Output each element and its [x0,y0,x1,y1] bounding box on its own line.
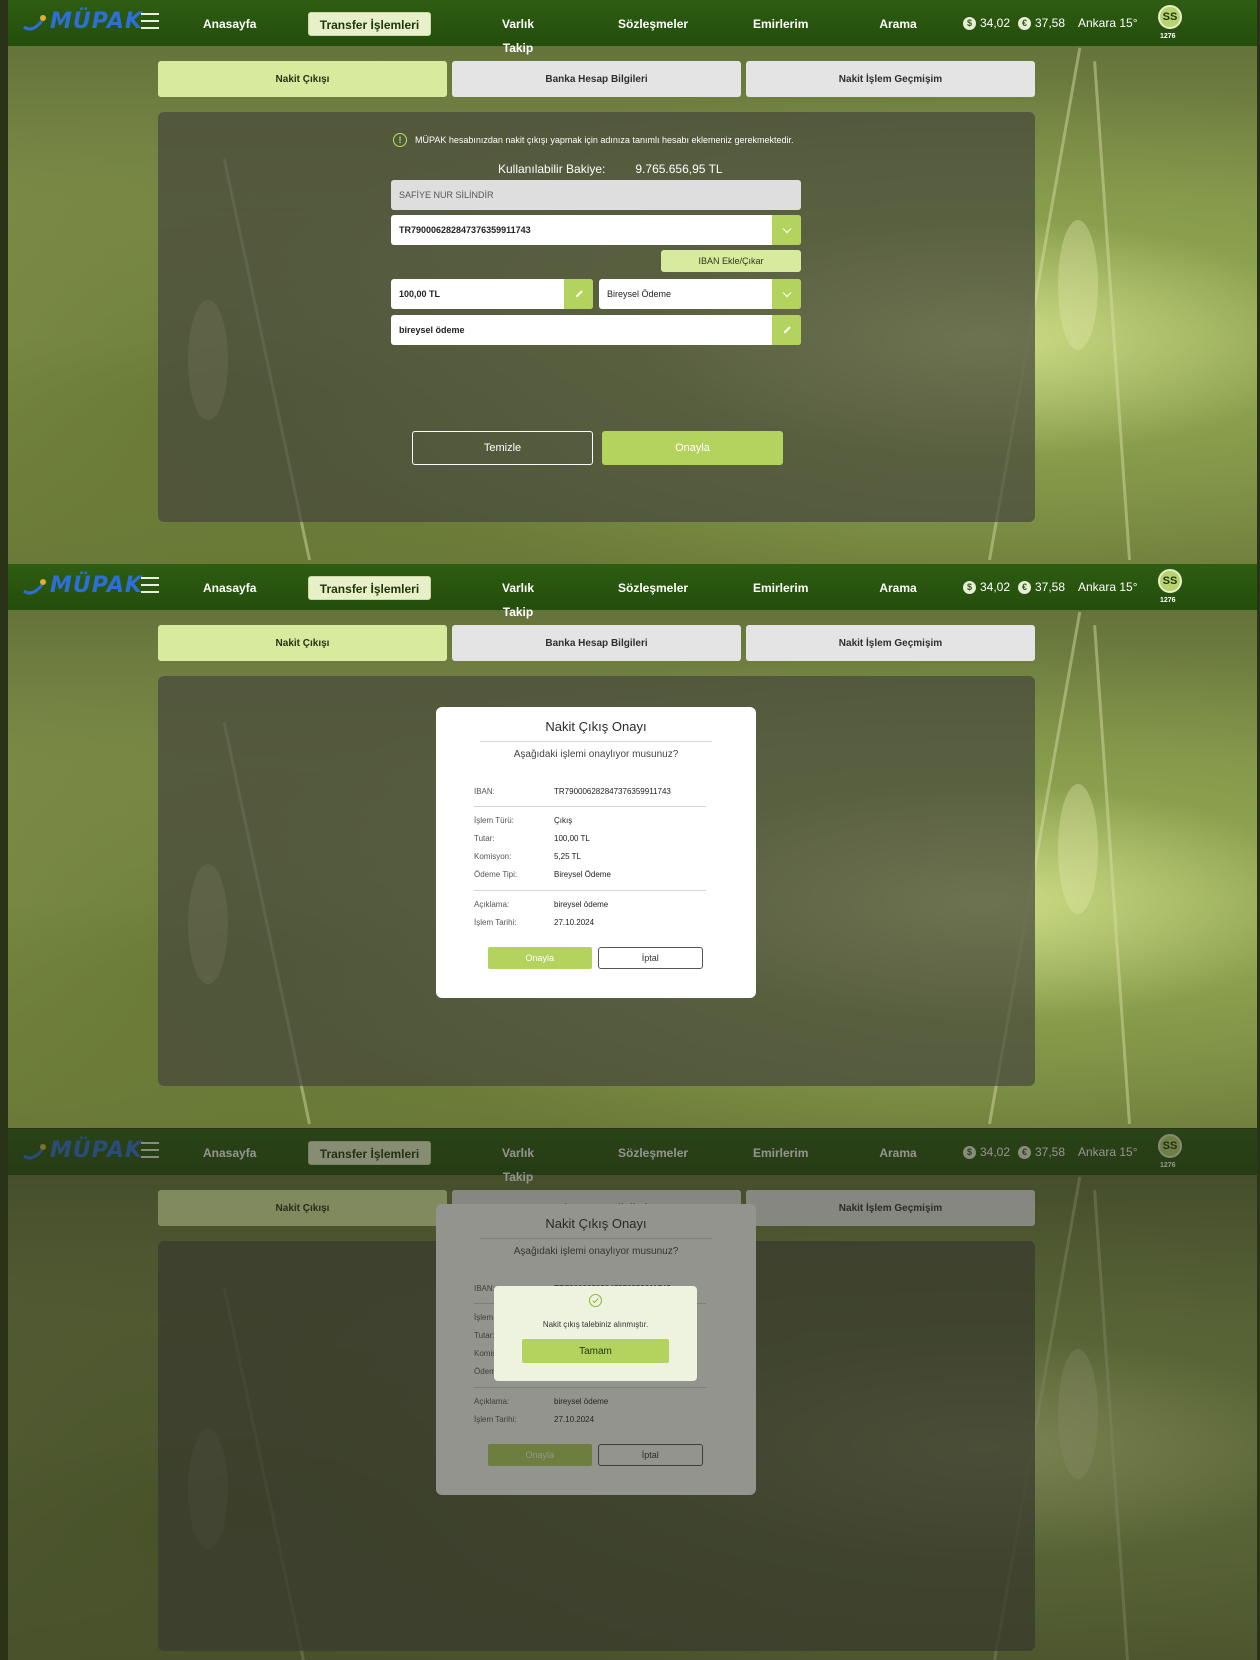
nav-sozlesmeler[interactable]: Sözleşmeler [618,576,688,600]
nav-arama[interactable]: Arama [878,576,918,600]
form-panel: ! MÜPAK hesabınızdan nakit çıkışı yapmak… [158,112,1035,522]
nav-varlik-takip[interactable]: Varlık Takip [488,12,548,55]
euro-icon: € [1018,580,1031,594]
chevron-down-icon[interactable] [772,279,801,309]
payment-type-select[interactable]: Bireysel Ödeme [599,279,801,309]
nav-emirlerim[interactable]: Emirlerim [753,576,808,600]
modal-actions: Onayla İptal [488,947,703,969]
screen-confirm: MÜPAK Anasayfa Transfer İşlemleri Varlık… [8,564,1257,1128]
row-payment: Ödeme Tipi:Bireysel Ödeme [474,870,611,879]
top-navbar: MÜPAK Anasayfa Transfer İşlemleri Varlık… [8,0,1257,55]
row-iban: IBAN:TR790006282847376359911743 [474,787,671,796]
avatar[interactable]: SS [1158,5,1182,29]
edit-icon[interactable] [564,279,593,309]
check-icon [589,1294,602,1307]
tab-islem-gecmisi[interactable]: Nakit İşlem Geçmişim [746,625,1035,661]
ok-button[interactable]: Tamam [522,1339,669,1363]
modal-confirm-button[interactable]: Onayla [488,947,592,969]
dollar-icon: $ [963,16,976,30]
logo-icon [22,11,48,33]
nav-emirlerim[interactable]: Emirlerim [753,12,808,36]
info-icon: ! [393,133,407,147]
row-type: İşlem Türü:Çıkış [474,816,573,825]
usd-rate: $34,02 [963,580,1010,594]
confirm-button[interactable]: Onayla [602,431,783,465]
iban-select[interactable]: TR790006282847376359911743 [391,215,801,245]
brand-name: MÜPAK [50,573,143,598]
logo-icon [22,575,48,597]
success-message: Nakit çıkış talebiniz alınmıştır. [542,1320,649,1329]
tab-bar: Nakit Çıkışı Banka Hesap Bilgileri Nakit… [158,61,1035,97]
screen-success: MÜPAK Anasayfa Transfer İşlemleri Varlık… [8,1129,1257,1660]
nav-transfer[interactable]: Transfer İşlemleri [308,576,431,600]
brand-name: MÜPAK [50,9,143,34]
eur-rate: €37,58 [1018,16,1065,30]
tab-banka-hesap[interactable]: Banka Hesap Bilgileri [452,625,741,661]
tab-islem-gecmisi[interactable]: Nakit İşlem Geçmişim [746,61,1035,97]
divider [474,806,706,807]
description-input[interactable]: bireysel ödeme [391,315,801,345]
weather: Ankara 15° [1078,580,1138,594]
tab-nakit-cikisi[interactable]: Nakit Çıkışı [158,625,447,661]
nav-anasayfa[interactable]: Anasayfa [203,12,256,36]
avatar[interactable]: SS [1158,569,1182,593]
brand-logo[interactable]: MÜPAK [22,9,143,34]
name-field: SAFİYE NUR SİLİNDİR [391,180,801,210]
balance-label: Kullanılabilir Bakiye: [498,162,606,176]
edit-icon[interactable] [772,315,801,345]
balance-row: Kullanılabilir Bakiye: 9.765.656,95 TL [498,162,723,176]
amount-input[interactable]: 100,00 TL [391,279,593,309]
brand-logo[interactable]: MÜPAK [22,573,143,598]
modal-cancel-button[interactable]: İptal [597,947,703,969]
nav-arama[interactable]: Arama [878,12,918,36]
clear-button[interactable]: Temizle [412,431,593,465]
divider [474,890,706,891]
chevron-down-icon[interactable] [772,215,801,245]
eur-rate: €37,58 [1018,580,1065,594]
menu-icon[interactable] [141,13,159,29]
balance-value: 9.765.656,95 TL [635,162,723,176]
euro-icon: € [1018,16,1031,30]
user-code: 1276 [1160,33,1176,40]
info-message: ! MÜPAK hesabınızdan nakit çıkışı yapmak… [393,133,794,147]
usd-rate: $34,02 [963,16,1010,30]
tab-nakit-cikisi[interactable]: Nakit Çıkışı [158,61,447,97]
top-navbar: MÜPAK Anasayfa Transfer İşlemleri Varlık… [8,564,1257,619]
user-code: 1276 [1160,597,1176,604]
overlay [8,1129,1257,1660]
nav-anasayfa[interactable]: Anasayfa [203,576,256,600]
row-date: İşlem Tarihi:27.10.2024 [474,918,595,927]
row-amount: Tutar:100,00 TL [474,834,590,843]
nav-varlik-takip[interactable]: Varlık Takip [488,576,548,619]
tab-bar: Nakit Çıkışı Banka Hesap Bilgileri Nakit… [158,625,1035,661]
success-dialog: Nakit çıkış talebiniz alınmıştır. Tamam [494,1286,697,1381]
modal-title: Nakit Çıkış Onayı [545,719,647,734]
row-description: Açıklama:bireysel ödeme [474,900,609,909]
screen-form: MÜPAK Anasayfa Transfer İşlemleri Varlık… [8,0,1257,564]
iban-add-remove-button[interactable]: IBAN Ekle/Çıkar [661,250,801,272]
confirm-modal: Nakit Çıkış Onayı Aşağıdaki işlemi onayl… [436,707,756,998]
weather: Ankara 15° [1078,16,1138,30]
nav-sozlesmeler[interactable]: Sözleşmeler [618,12,688,36]
divider [480,741,712,742]
tab-banka-hesap[interactable]: Banka Hesap Bilgileri [452,61,741,97]
dollar-icon: $ [963,580,976,594]
nav-transfer[interactable]: Transfer İşlemleri [308,12,431,36]
row-commission: Komisyon:5,25 TL [474,852,581,861]
modal-subtitle: Aşağıdaki işlemi onaylıyor musunuz? [513,749,679,760]
menu-icon[interactable] [141,577,159,593]
